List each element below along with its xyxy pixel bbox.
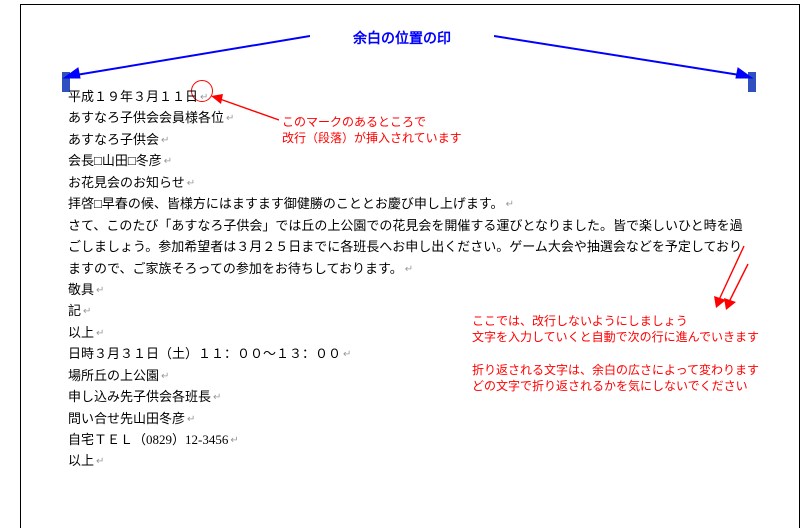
doc-line: あすなろ子供会会員様各位 <box>68 110 224 125</box>
arrow-left-icon <box>62 30 310 80</box>
arrow-right-icon <box>494 30 754 80</box>
return-mark-icon: ↵ <box>94 328 104 339</box>
return-mark-icon: ↵ <box>228 435 238 446</box>
doc-line: 敬具 <box>68 282 94 297</box>
doc-line: 拝啓□早春の候、皆様方にはますます御健勝のこととお慶び申し上げます。 <box>68 196 504 211</box>
return-mark-icon: ↵ <box>159 371 169 382</box>
return-mark-icon: ↵ <box>94 456 104 467</box>
return-mark-icon: ↵ <box>185 178 195 189</box>
return-mark-icon: ↵ <box>224 113 234 124</box>
return-mark-icon: ↵ <box>211 392 221 403</box>
doc-line: 場所丘の上公園 <box>68 368 159 383</box>
doc-line: お花見会のお知らせ <box>68 175 185 190</box>
doc-line: 自宅ＴＥＬ（0829）12-3456 <box>68 432 228 447</box>
doc-line: 申し込み先子供会各班長 <box>68 389 211 404</box>
return-mark-icon: ↵ <box>162 156 172 167</box>
return-mark-icon: ↵ <box>81 306 91 317</box>
return-mark-icon: ↵ <box>185 414 195 425</box>
doc-line: 記 <box>68 303 81 318</box>
doc-line: 問い合せ先山田冬彦 <box>68 411 185 426</box>
doc-line: あすなろ子供会 <box>68 132 159 147</box>
return-mark-icon: ↵ <box>94 285 104 296</box>
doc-line: 日時３月３１日（土）１１：００～１３：００ <box>68 346 341 361</box>
doc-line: 平成１９年３月１１日 <box>68 89 198 104</box>
return-mark-icon: ↵ <box>198 92 208 103</box>
doc-line: 以上 <box>68 325 94 340</box>
return-mark-icon: ↵ <box>341 349 351 360</box>
return-mark-icon: ↵ <box>504 199 514 210</box>
doc-line: 以上 <box>68 453 94 468</box>
return-mark-icon: ↵ <box>403 264 413 275</box>
document-body: 平成１９年３月１１日↵ あすなろ子供会会員様各位↵ あすなろ子供会↵ 会長□山田… <box>68 86 748 472</box>
doc-line: 会長□山田□冬彦 <box>68 153 162 168</box>
margin-label: 余白の位置の印 <box>353 28 451 48</box>
return-mark-icon: ↵ <box>159 135 169 146</box>
